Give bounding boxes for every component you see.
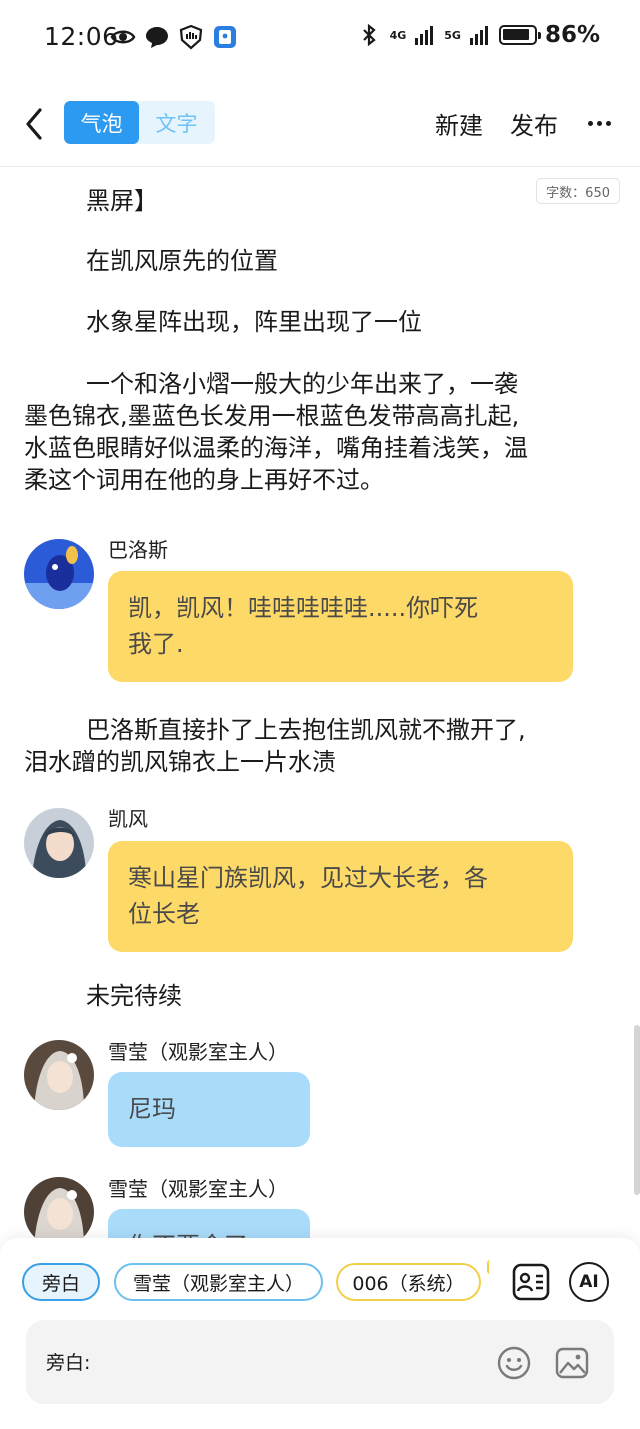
- narration-paragraph: 未完待续: [86, 982, 182, 1010]
- tab-bubble[interactable]: 气泡: [64, 101, 139, 144]
- role-chip-system[interactable]: 006（系统）: [336, 1263, 481, 1301]
- mode-toggle: 气泡 文字: [64, 101, 215, 144]
- nav-divider: [0, 166, 640, 167]
- narration-paragraph: 在凯风原先的位置: [86, 247, 278, 275]
- avatar[interactable]: [24, 1177, 94, 1238]
- network-4g-label: 4G: [389, 28, 407, 42]
- scrollbar[interactable]: [634, 1025, 640, 1195]
- eye-icon: [110, 30, 136, 44]
- top-nav: 气泡 文字 新建 发布: [0, 90, 640, 160]
- new-button[interactable]: 新建: [435, 106, 483, 141]
- role-card-icon[interactable]: [511, 1262, 551, 1302]
- signal-strength-icon: [415, 26, 434, 45]
- narration-paragraph: 巴洛斯直接扑了上去抱住凯风就不撒开了, 泪水蹭的凯风锦衣上一片水渍: [24, 716, 526, 776]
- message-input[interactable]: 旁白:: [26, 1320, 614, 1404]
- avatar[interactable]: [24, 1040, 94, 1110]
- avatar[interactable]: [24, 808, 94, 878]
- status-system-icons: 4G 5G 86%: [356, 22, 600, 48]
- narration-paragraph: 黑屏】: [86, 187, 158, 215]
- battery-icon: [498, 25, 541, 45]
- status-bar: 12:06 4G 5G 86%: [0, 0, 640, 76]
- narration-paragraph: 水象星阵出现，阵里出现了一位: [86, 308, 422, 336]
- emoji-icon[interactable]: [496, 1345, 532, 1381]
- speech-bubble[interactable]: 凯，凯风！哇哇哇哇哇.....你吓死 我了.: [108, 571, 573, 682]
- ai-button[interactable]: AI: [569, 1262, 609, 1302]
- bluetooth-icon: [362, 23, 376, 47]
- signal-strength-icon: [469, 26, 488, 45]
- speaker-name: 凯风: [108, 807, 148, 831]
- status-notification-icons: [110, 24, 238, 50]
- role-chip-narration[interactable]: 旁白: [22, 1263, 100, 1301]
- network-5g-label: 5G: [444, 28, 461, 42]
- publish-button[interactable]: 发布: [510, 106, 558, 141]
- more-icon[interactable]: [584, 108, 614, 138]
- composer-panel: 旁白 雪莹（观影室主人） 006（系统） AI 旁白:: [0, 1238, 640, 1429]
- app-badge-icon: [214, 26, 236, 48]
- speaker-name: 巴洛斯: [108, 538, 168, 562]
- battery-percent: 86%: [544, 22, 600, 48]
- speaker-name: 雪莹（观影室主人）: [108, 1040, 288, 1064]
- back-icon[interactable]: [20, 106, 50, 142]
- speech-bubble[interactable]: 寒山星门族凯风，见过大长老，各 位长老: [108, 841, 573, 952]
- speaker-name: 雪莹（观影室主人）: [108, 1177, 288, 1201]
- narration-paragraph: 一个和洛小熠一般大的少年出来了，一袭 墨色锦衣,墨蓝色长发用一根蓝色发带高高扎起…: [24, 370, 528, 494]
- speech-bubble[interactable]: 尼玛: [108, 1072, 310, 1147]
- speech-bubble[interactable]: 你不要命了: [108, 1209, 310, 1238]
- image-icon[interactable]: [554, 1345, 590, 1381]
- tab-text[interactable]: 文字: [139, 101, 214, 144]
- chat-bubble-icon: [146, 27, 168, 48]
- hand-shield-icon: [179, 24, 203, 50]
- status-time: 12:06: [44, 22, 119, 51]
- role-chip-xueying[interactable]: 雪莹（观影室主人）: [114, 1263, 323, 1301]
- avatar[interactable]: [24, 539, 94, 609]
- role-chip-partial[interactable]: [487, 1260, 493, 1274]
- story-content[interactable]: 黑屏】 在凯风原先的位置 水象星阵出现，阵里出现了一位 一个和洛小熠一般大的少年…: [0, 168, 640, 1238]
- word-count-badge: 字数：650: [536, 178, 620, 204]
- input-role-label: 旁白:: [46, 1352, 91, 1374]
